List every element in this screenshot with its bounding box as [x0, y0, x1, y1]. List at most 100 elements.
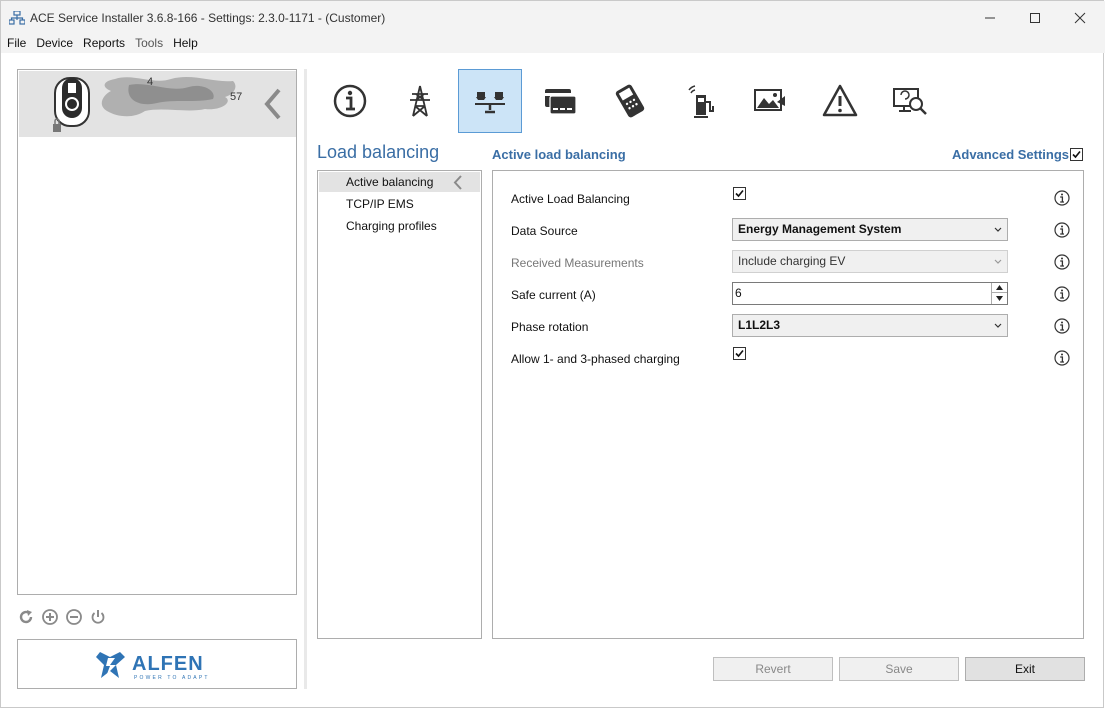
- diagnostics-icon: [893, 88, 927, 115]
- close-button[interactable]: [1057, 1, 1103, 35]
- tab-cards[interactable]: [528, 69, 592, 133]
- device-actions: [17, 608, 107, 626]
- menu-device[interactable]: Device: [31, 35, 78, 53]
- minimize-icon: [985, 17, 995, 19]
- alfen-logo: ALFEN POWER TO ADAPT: [96, 652, 210, 681]
- tab-power[interactable]: [388, 69, 452, 133]
- info-icon[interactable]: [1054, 318, 1070, 334]
- exit-button[interactable]: Exit: [965, 657, 1085, 681]
- subnav-item-tcpip-ems[interactable]: TCP/IP EMS: [319, 194, 480, 214]
- checkmark-icon: [1072, 150, 1081, 159]
- svg-text:ALFEN: ALFEN: [132, 653, 204, 675]
- wireless-charger-icon: [688, 85, 714, 118]
- title-bar: ACE Service Installer 3.6.8-166 - Settin…: [1, 1, 1105, 35]
- safe-current-label: Safe current (A): [511, 288, 596, 302]
- warning-icon: [822, 84, 858, 117]
- maximize-icon: [1030, 13, 1040, 23]
- subnav-item-label: Charging profiles: [346, 219, 437, 233]
- tab-charging[interactable]: [668, 69, 732, 133]
- tab-load-balancing[interactable]: [458, 69, 522, 133]
- chevron-down-icon: [994, 323, 1002, 328]
- received-measurements-select[interactable]: Include charging EV: [732, 250, 1008, 273]
- advanced-settings-label: Advanced Settings: [952, 147, 1070, 162]
- info-icon[interactable]: [1054, 286, 1070, 302]
- menu-reports[interactable]: Reports: [78, 35, 130, 53]
- load-balancing-icon: [475, 92, 505, 114]
- tab-display[interactable]: [738, 69, 802, 133]
- safe-current-value: 6: [735, 286, 742, 300]
- category-toolbar: [318, 69, 948, 133]
- window-title: ACE Service Installer 3.6.8-166 - Settin…: [30, 11, 386, 25]
- save-button[interactable]: Save: [839, 657, 959, 681]
- tab-errors[interactable]: [808, 69, 872, 133]
- allow-phased-charging-checkbox[interactable]: [733, 347, 746, 360]
- device-list: 4 57: [17, 69, 297, 595]
- remove-device-icon[interactable]: [65, 608, 83, 626]
- device-id-fragment: 4: [147, 76, 154, 88]
- menu-file[interactable]: File: [1, 35, 31, 53]
- triangle-down-icon: [996, 295, 1003, 301]
- device-list-item[interactable]: 4 57: [19, 71, 296, 137]
- brand-logo-box: ALFEN POWER TO ADAPT: [17, 639, 297, 689]
- svg-text:POWER TO ADAPT: POWER TO ADAPT: [134, 675, 210, 681]
- subnav-item-active-balancing[interactable]: Active balancing: [319, 172, 480, 192]
- stepper-buttons: [991, 283, 1007, 304]
- panel-splitter[interactable]: [304, 69, 307, 689]
- info-icon[interactable]: [1054, 190, 1070, 206]
- data-source-label: Data Source: [511, 224, 578, 238]
- section-subtitle: Active load balancing: [492, 147, 626, 162]
- checkmark-icon: [735, 349, 744, 358]
- received-measurements-value: Include charging EV: [738, 254, 846, 268]
- power-icon[interactable]: [89, 608, 107, 626]
- subnav-item-label: TCP/IP EMS: [346, 197, 414, 211]
- allow-phased-charging-label: Allow 1- and 3-phased charging: [511, 352, 680, 366]
- maximize-button[interactable]: [1012, 1, 1058, 35]
- chevron-down-icon: [994, 259, 1002, 264]
- info-icon[interactable]: [1054, 350, 1070, 366]
- tab-diagnostics[interactable]: [878, 69, 942, 133]
- stepper-down-button[interactable]: [992, 293, 1007, 303]
- app-network-icon: [9, 11, 25, 25]
- checkmark-icon: [735, 189, 744, 198]
- menu-help[interactable]: Help: [168, 35, 203, 53]
- chevron-down-icon: [994, 227, 1002, 232]
- tab-general-info[interactable]: [318, 69, 382, 133]
- menu-tools[interactable]: Tools: [130, 35, 168, 53]
- refresh-icon[interactable]: [17, 608, 35, 626]
- page-title: Load balancing: [317, 142, 440, 162]
- tab-payment[interactable]: [598, 69, 662, 133]
- phase-rotation-select[interactable]: L1L2L3: [732, 314, 1008, 337]
- power-pylon-icon: [410, 85, 430, 117]
- data-source-value: Energy Management System: [738, 222, 902, 236]
- active-load-balancing-label: Active Load Balancing: [511, 192, 630, 206]
- subsection-nav: Active balancing TCP/IP EMS Charging pro…: [317, 170, 482, 639]
- data-source-select[interactable]: Energy Management System: [732, 218, 1008, 241]
- card-icon: [545, 89, 577, 115]
- charger-device-icon: [53, 77, 90, 132]
- collapse-chevron-icon[interactable]: [262, 87, 284, 121]
- active-load-balancing-checkbox[interactable]: [733, 187, 746, 200]
- minimize-button[interactable]: [967, 1, 1013, 35]
- triangle-up-icon: [996, 285, 1003, 290]
- settings-panel: Active Load Balancing Data Source Energy…: [492, 170, 1084, 639]
- phase-rotation-value: L1L2L3: [738, 318, 781, 332]
- subnav-item-label: Active balancing: [346, 175, 434, 189]
- payment-terminal-icon: [615, 84, 645, 118]
- phase-rotation-label: Phase rotation: [511, 320, 589, 334]
- add-device-icon[interactable]: [41, 608, 59, 626]
- menu-bar: File Device Reports Tools Help: [1, 35, 1105, 53]
- info-icon[interactable]: [1054, 254, 1070, 270]
- redacted-device-info: [101, 77, 236, 117]
- info-icon: [333, 84, 367, 118]
- advanced-settings-checkbox[interactable]: [1070, 148, 1083, 161]
- received-measurements-label: Received Measurements: [511, 256, 644, 270]
- safe-current-stepper[interactable]: 6: [732, 282, 1008, 305]
- subnav-item-charging-profiles[interactable]: Charging profiles: [319, 216, 480, 236]
- revert-button[interactable]: Revert: [713, 657, 833, 681]
- chevron-left-icon: [453, 175, 462, 190]
- close-icon: [1074, 12, 1086, 24]
- display-image-icon: [754, 89, 785, 111]
- device-serial-fragment: 57: [230, 91, 243, 103]
- info-icon[interactable]: [1054, 222, 1070, 238]
- stepper-up-button[interactable]: [992, 283, 1007, 293]
